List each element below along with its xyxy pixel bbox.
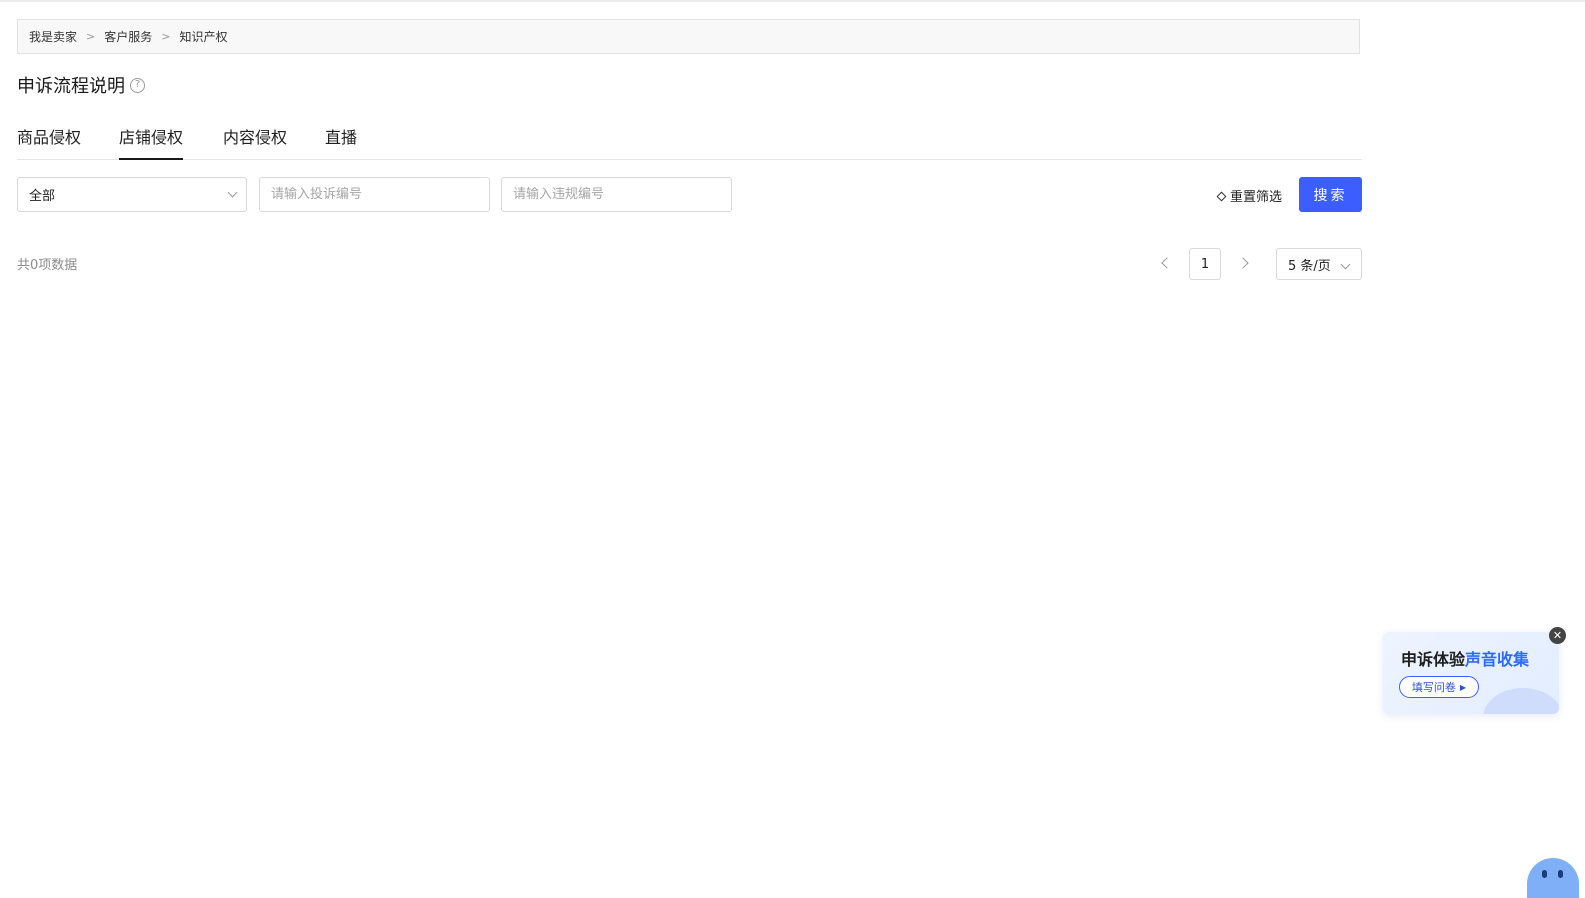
page-size-value: 5 条/页 — [1288, 258, 1331, 274]
survey-decoration — [1483, 688, 1559, 714]
tab-bar: 商品侵权 店铺侵权 内容侵权 直播 — [17, 118, 1362, 160]
reset-filters-button[interactable]: 重置筛选 — [1216, 185, 1283, 205]
close-icon[interactable]: ✕ — [1549, 627, 1566, 644]
tab-content-infringement[interactable]: 内容侵权 — [223, 118, 287, 160]
top-divider — [0, 0, 1585, 2]
assistant-mascot-icon[interactable] — [1527, 858, 1579, 898]
page-title: 申诉流程说明 ? — [17, 73, 145, 97]
breadcrumb: 我是卖家 > 客户服务 > 知识产权 — [17, 19, 1360, 54]
complaint-number-input[interactable] — [259, 177, 490, 212]
tab-store-infringement[interactable]: 店铺侵权 — [119, 118, 184, 160]
breadcrumb-item-seller[interactable]: 我是卖家 — [29, 28, 77, 45]
mascot-eye — [1558, 870, 1563, 878]
page-number-current[interactable]: 1 — [1189, 248, 1221, 280]
breadcrumb-separator: > — [161, 30, 171, 43]
chevron-down-icon — [227, 187, 238, 198]
survey-title-plain: 申诉体验 — [1401, 650, 1466, 669]
play-icon: ▶ — [1459, 682, 1467, 692]
survey-title: 申诉体验声音收集 — [1401, 646, 1529, 670]
tab-product-infringement[interactable]: 商品侵权 — [17, 118, 81, 160]
fill-survey-label: 填写问卷 — [1411, 681, 1456, 694]
reset-filters-label: 重置筛选 — [1230, 189, 1283, 205]
tab-live[interactable]: 直播 — [325, 118, 357, 160]
survey-title-highlight: 声音收集 — [1465, 650, 1530, 669]
eraser-icon — [1216, 191, 1227, 202]
page-title-text: 申诉流程说明 — [17, 76, 125, 97]
next-page-icon[interactable] — [1237, 257, 1249, 269]
breadcrumb-separator: > — [86, 30, 96, 43]
status-select[interactable]: 全部 — [17, 177, 247, 212]
survey-popup: 申诉体验声音收集 填写问卷 ▶ — [1383, 632, 1559, 714]
status-select-value: 全部 — [29, 189, 56, 204]
breadcrumb-item-ip: 知识产权 — [179, 30, 228, 44]
chevron-down-icon — [1340, 259, 1351, 270]
breadcrumb-item-customer-service[interactable]: 客户服务 — [104, 28, 152, 45]
mascot-eye — [1542, 870, 1547, 878]
prev-page-icon[interactable] — [1161, 257, 1173, 269]
page-size-select[interactable]: 5 条/页 — [1276, 248, 1362, 280]
help-icon[interactable]: ? — [130, 77, 145, 93]
search-button[interactable]: 搜索 — [1299, 177, 1362, 212]
fill-survey-button[interactable]: 填写问卷 ▶ — [1399, 676, 1479, 698]
total-count: 共0项数据 — [17, 258, 78, 273]
violation-number-input[interactable] — [501, 177, 732, 212]
